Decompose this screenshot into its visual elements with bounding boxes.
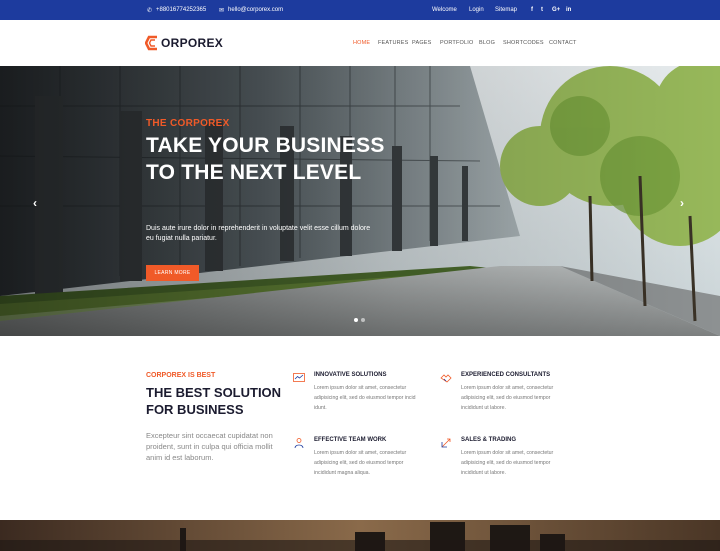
nav-home[interactable]: HOME xyxy=(353,40,370,46)
sitemap-link[interactable]: Sitemap xyxy=(495,0,517,20)
logo-mark-icon xyxy=(145,35,157,51)
slider-dot[interactable] xyxy=(354,318,358,322)
learn-more-button[interactable]: LEARN MORE xyxy=(146,265,199,281)
slider-dot[interactable] xyxy=(361,318,365,322)
nav-blog[interactable]: BLOG xyxy=(479,40,495,46)
feature-text: Lorem ipsum dolor sit amet, consectetur … xyxy=(314,385,416,411)
email-contact[interactable]: ✉ hello@corporex.com xyxy=(218,0,283,20)
chart-icon xyxy=(293,373,305,382)
section-title: THE BEST SOLUTION FOR BUSINESS xyxy=(146,385,282,417)
nav-features[interactable]: FEATURES xyxy=(378,40,409,46)
skyline-image xyxy=(0,520,720,551)
email-address: hello@corporex.com xyxy=(228,7,284,13)
city-skyline-banner xyxy=(0,520,720,551)
slider-dots xyxy=(354,318,365,322)
slider-prev-arrow[interactable]: ‹ xyxy=(33,196,37,210)
hero-title: TAKE YOUR BUSINESS TO THE NEXT LEVEL xyxy=(146,134,385,184)
feature-title: INNOVATIVE SOLUTIONS xyxy=(314,372,387,378)
hero-background-image xyxy=(0,66,720,336)
section-eyebrow: CORPOREX IS BEST xyxy=(146,372,216,379)
feature-text: Lorem ipsum dolor sit amet, consectetur … xyxy=(314,450,407,476)
slider-next-arrow[interactable]: › xyxy=(680,196,684,210)
login-link[interactable]: Login xyxy=(469,0,484,20)
nav-shortcodes[interactable]: SHORTCODES xyxy=(503,40,544,46)
hero-eyebrow: THE CORPOREX xyxy=(146,118,230,129)
handshake-icon xyxy=(440,374,452,383)
logo[interactable]: ORPOREX xyxy=(145,34,223,52)
logo-text: ORPOREX xyxy=(161,36,224,50)
feature-title: EXPERIENCED CONSULTANTS xyxy=(461,372,551,378)
facebook-icon[interactable]: f xyxy=(531,0,533,20)
nav-pages[interactable]: PAGES xyxy=(412,40,432,46)
top-bar: ✆ +88016774252365 ✉ hello@corporex.com W… xyxy=(0,0,720,20)
phone-number: +88016774252365 xyxy=(156,7,207,13)
section-text: Excepteur sint occaecat cupidatat non pr… xyxy=(146,431,273,462)
mail-icon: ✉ xyxy=(218,7,225,14)
hero-description: Duis aute irure dolor in reprehenderit i… xyxy=(146,225,371,242)
team-icon xyxy=(294,438,304,449)
welcome-link[interactable]: Welcome xyxy=(432,0,457,20)
google-plus-icon[interactable]: G+ xyxy=(552,0,560,20)
feature-text: Lorem ipsum dolor sit amet, consectetur … xyxy=(461,450,554,476)
feature-title: EFFECTIVE TEAM WORK xyxy=(314,437,387,443)
feature-text: Lorem ipsum dolor sit amet, consectetur … xyxy=(461,385,554,411)
site-header: ORPOREX HOME FEATURES PAGES PORTFOLIO BL… xyxy=(0,20,720,66)
hero-slider: ‹ › THE CORPOREX TAKE YOUR BUSINESS TO T… xyxy=(0,66,720,336)
phone-contact[interactable]: ✆ +88016774252365 xyxy=(146,0,206,20)
nav-contact[interactable]: CONTACT xyxy=(549,40,577,46)
nav-portfolio[interactable]: PORTFOLIO xyxy=(440,40,473,46)
trade-icon xyxy=(441,438,451,448)
twitter-icon[interactable]: t xyxy=(541,0,543,20)
linkedin-icon[interactable]: in xyxy=(566,0,571,20)
phone-icon: ✆ xyxy=(146,7,153,14)
feature-title: SALES & TRADING xyxy=(461,437,517,443)
